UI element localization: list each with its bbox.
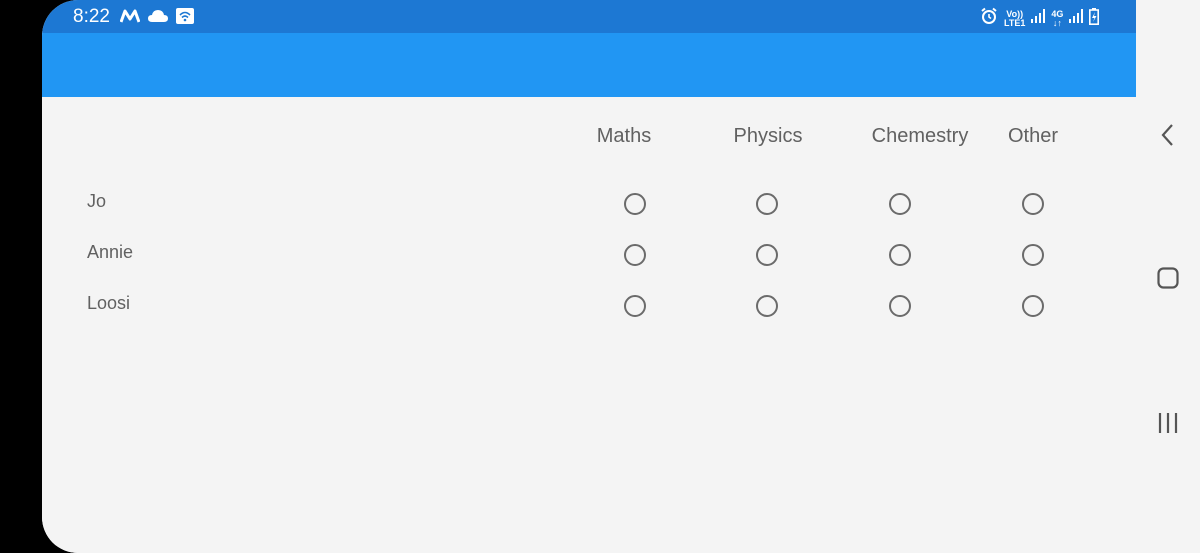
radio-annie-other[interactable] [1022,244,1044,266]
column-header-physics: Physics [733,125,803,147]
recent-apps-icon[interactable] [1157,412,1179,439]
column-header-other: Other [1007,125,1059,147]
m-logo-icon [119,9,141,28]
radio-jo-other[interactable] [1022,193,1044,215]
radio-annie-chemestry[interactable] [889,244,911,266]
cloud-icon [148,9,168,28]
app-bar [42,33,1136,97]
radio-loosi-other[interactable] [1022,295,1044,317]
radio-loosi-physics[interactable] [756,295,778,317]
signal-icon-2 [1069,9,1084,28]
wifi-box-icon [176,8,194,29]
radio-annie-maths[interactable] [624,244,646,266]
column-header-maths: Maths [596,125,652,147]
battery-charging-icon [1089,7,1100,30]
status-time: 8:22 [73,6,110,27]
row-label-loosi: Loosi [87,293,131,313]
column-header-chemestry: Chemestry [871,125,969,147]
radio-jo-chemestry[interactable] [889,193,911,215]
home-icon[interactable] [1157,267,1179,294]
navigation-bar [1136,0,1200,553]
radio-jo-physics[interactable] [756,193,778,215]
radio-annie-physics[interactable] [756,244,778,266]
volte-indicator: Vo)) LTE1 [1004,8,1026,28]
row-label-jo: Jo [87,191,107,211]
device-screen: 8:22 Vo)) LTE1 4G ↓↑ Maths Physics Cheme… [42,0,1200,553]
back-icon[interactable] [1160,123,1176,152]
radio-loosi-maths[interactable] [624,295,646,317]
radio-jo-maths[interactable] [624,193,646,215]
status-bar: 8:22 Vo)) LTE1 4G ↓↑ [42,0,1136,33]
row-label-annie: Annie [87,242,134,262]
radio-grid: Maths Physics Chemestry Other Jo Annie L… [42,97,1136,553]
signal-icon [1031,9,1046,28]
fourg-indicator: 4G ↓↑ [1051,8,1064,28]
alarm-icon [980,7,998,30]
radio-loosi-chemestry[interactable] [889,295,911,317]
